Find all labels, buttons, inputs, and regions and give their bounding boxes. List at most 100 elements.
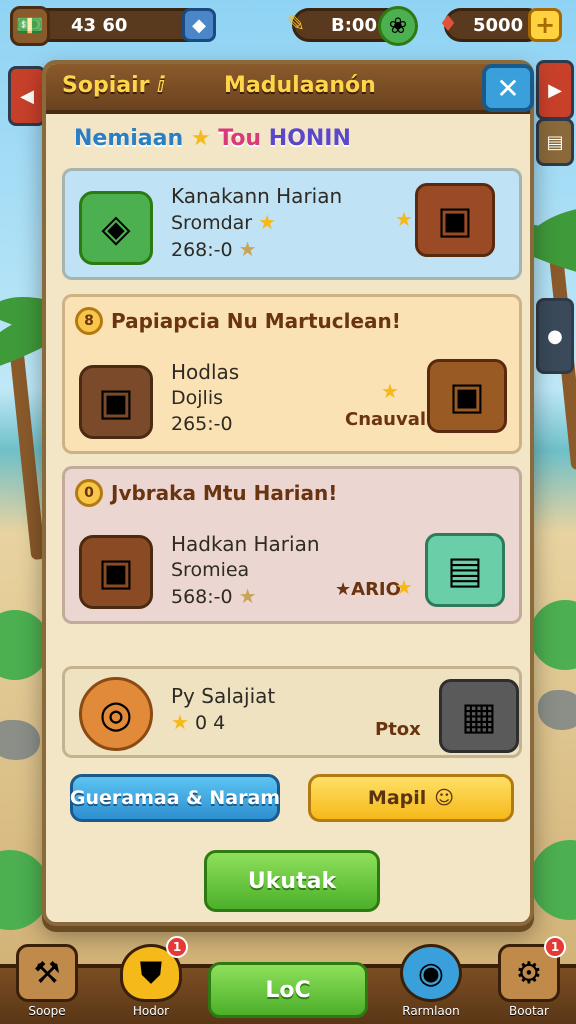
nav-label-2: Hodor xyxy=(132,1004,170,1018)
side-button-right-mid[interactable]: ▤ xyxy=(536,118,574,166)
notification-badge: 1 xyxy=(166,936,188,958)
rock-right xyxy=(538,690,576,730)
star-icon: ★ xyxy=(395,207,413,231)
card-4-line3: ★ 0 4 xyxy=(171,710,226,734)
card-3-heading: 0 Jvbraka Mtu Harian! xyxy=(75,479,337,507)
nav-label-4: Rarmlaon xyxy=(402,1004,460,1018)
card-3-heading-text: Jvbraka Mtu Harian! xyxy=(111,481,338,505)
card-4-text: Py Salajiat ★ 0 4 xyxy=(171,683,275,736)
card-4-title: Py Salajiat xyxy=(171,684,276,708)
coin-badge: 8 xyxy=(75,307,103,335)
side-button-left[interactable]: ◀ xyxy=(8,66,46,126)
nav-item-center[interactable]: LoC xyxy=(206,936,370,1018)
center-nav-button[interactable]: LoC xyxy=(208,962,368,1018)
gem-box-icon: ◈ xyxy=(79,191,153,265)
card-2-heading: 8 Papiapcia Nu Martuclean! xyxy=(75,307,401,335)
star-icon: ★ xyxy=(190,126,211,151)
card-1-line2: Sromdar ★ xyxy=(171,210,277,234)
nav-label-1: Soope xyxy=(28,1004,66,1018)
modal-title: Madulaanón xyxy=(224,73,376,98)
card-3-line2: Sromiea xyxy=(171,559,250,581)
blue-action-button[interactable]: Gueramaa & Naram xyxy=(70,774,280,822)
daily-rewards-modal: Sopiair ⅈ Madulaanón ✕ Nemiaan ★ Tou HON… xyxy=(42,60,534,926)
wooden-chest-icon: ▣ xyxy=(427,359,507,433)
reward-card-4[interactable]: ◎ Py Salajiat ★ 0 4 Ptox ▦ xyxy=(62,666,522,758)
green-main-button[interactable]: Ukutak xyxy=(204,850,380,912)
gadget-reward-icon: ▤ xyxy=(425,533,505,607)
subtitle-part-3: HONIN xyxy=(268,126,351,151)
card-1-title: Kanakann Harian xyxy=(171,184,343,208)
card-1-text: Kanakann Harian Sromdar ★ 268:-0 ★ xyxy=(171,183,342,263)
resource-3-value: 5000 xyxy=(473,14,524,36)
add-resource-button[interactable]: + xyxy=(528,8,562,42)
smiley-icon: ☺ xyxy=(434,787,455,809)
nav-item-hodor[interactable]: ⛊ Hodor 1 xyxy=(112,936,190,1018)
subtitle-part-2: Tou xyxy=(218,126,262,151)
star-icon: ★ xyxy=(238,584,257,608)
card-4-reward-label: Ptox xyxy=(375,719,421,740)
card-3-line3: 568:-0 ★ xyxy=(171,584,257,608)
center-nav-label: LoC xyxy=(265,977,311,1003)
card-3-text: Hadkan Harian Sromiea 568:-0 ★ xyxy=(171,531,320,610)
bush-bottom-right xyxy=(530,840,576,920)
rock-left xyxy=(0,720,40,760)
card-2-line2: Dojlis xyxy=(171,387,223,409)
purple-gem-chest-icon: ▣ xyxy=(79,365,153,439)
nav-label-5: Bootar xyxy=(509,1004,549,1018)
card-2-reward-label: Cnauval xyxy=(345,409,427,430)
close-button[interactable]: ✕ xyxy=(482,64,534,112)
green-treasure-chest-icon: ▣ xyxy=(79,535,153,609)
scroll-icon: ▤ xyxy=(546,131,564,153)
compass-icon: ◉ xyxy=(400,944,462,1002)
card-3-reward-label: ★ARIO xyxy=(335,579,401,600)
resource-2-value: B:00 xyxy=(331,14,377,36)
machine-reward-icon: ▦ xyxy=(439,679,519,753)
side-button-right-top[interactable]: ▶ xyxy=(536,60,574,120)
bush-right xyxy=(530,600,576,670)
side-button-right-low[interactable]: ● xyxy=(536,298,574,374)
plus-icon: + xyxy=(534,11,556,39)
cash-stack-icon: 💵 xyxy=(10,6,50,46)
modal-subtitle: Nemiaan ★ Tou HONIN xyxy=(74,126,351,151)
star-icon: ★ xyxy=(381,379,399,403)
card-3-title: Hadkan Harian xyxy=(171,532,320,556)
card-2-title: Hodlas xyxy=(171,360,240,384)
gem-icon[interactable]: ◆ xyxy=(182,8,216,42)
nav-item-settings[interactable]: ⚙ Bootar 1 xyxy=(490,936,568,1018)
coin-badge: 0 xyxy=(75,479,103,507)
card-2-line3: 265:-0 xyxy=(171,413,233,435)
left-arrow-icon: ◀ xyxy=(20,85,34,107)
reward-card-3[interactable]: 0 Jvbraka Mtu Harian! ▣ Hadkan Harian Sr… xyxy=(62,466,522,624)
yellow-action-button[interactable]: Mapil ☺ xyxy=(308,774,514,822)
target-ring-icon: ◎ xyxy=(79,677,153,751)
reward-card-1[interactable]: ◈ Kanakann Harian Sromdar ★ 268:-0 ★ ▣ ★ xyxy=(62,168,522,280)
close-icon: ✕ xyxy=(496,71,520,105)
star-icon: ★ xyxy=(171,710,189,734)
notification-badge: 1 xyxy=(544,936,566,958)
yellow-button-label: Mapil xyxy=(367,787,427,809)
nav-item-rarmlaon[interactable]: ◉ Rarmlaon xyxy=(392,936,470,1018)
camera-icon: ● xyxy=(547,325,563,347)
anvil-icon: ⚒ xyxy=(16,944,78,1002)
star-icon: ★ xyxy=(258,210,277,234)
top-hud: 43 60 💵 ◆ B:00 ✎ ❀ 5000 ♦ + xyxy=(0,0,576,52)
treasure-chest-icon: ▣ xyxy=(415,183,495,257)
reward-card-2[interactable]: 8 Papiapcia Nu Martuclean! ▣ Hodlas Dojl… xyxy=(62,294,522,454)
pencil-icon: ✎ xyxy=(286,11,306,37)
nav-item-shop[interactable]: ⚒ Soope xyxy=(8,936,86,1018)
modal-title-left: Sopiair ⅈ xyxy=(62,73,165,98)
meat-icon: ♦ xyxy=(438,11,458,37)
subtitle-part-1: Nemiaan xyxy=(74,126,184,151)
resource-1-value: 43 60 xyxy=(71,14,128,36)
card-2-text: Hodlas Dojlis 265:-0 xyxy=(171,359,239,437)
blue-button-label: Gueramaa & Naram xyxy=(69,787,281,809)
card-2-heading-text: Papiapcia Nu Martuclean! xyxy=(111,309,401,333)
star-icon: ★ xyxy=(238,237,257,261)
star-icon: ★ xyxy=(395,575,413,599)
card-1-line3: 268:-0 ★ xyxy=(171,237,257,261)
bottom-navigation: ⚒ Soope ⛊ Hodor 1 LoC ◉ Rarmlaon ⚙ Boota… xyxy=(0,924,576,1024)
green-button-label: Ukutak xyxy=(247,868,337,894)
right-arrow-icon: ▶ xyxy=(548,79,562,101)
leaf-cluster-icon: ❀ xyxy=(378,6,418,46)
modal-header: Sopiair ⅈ Madulaanón ✕ xyxy=(46,64,534,114)
